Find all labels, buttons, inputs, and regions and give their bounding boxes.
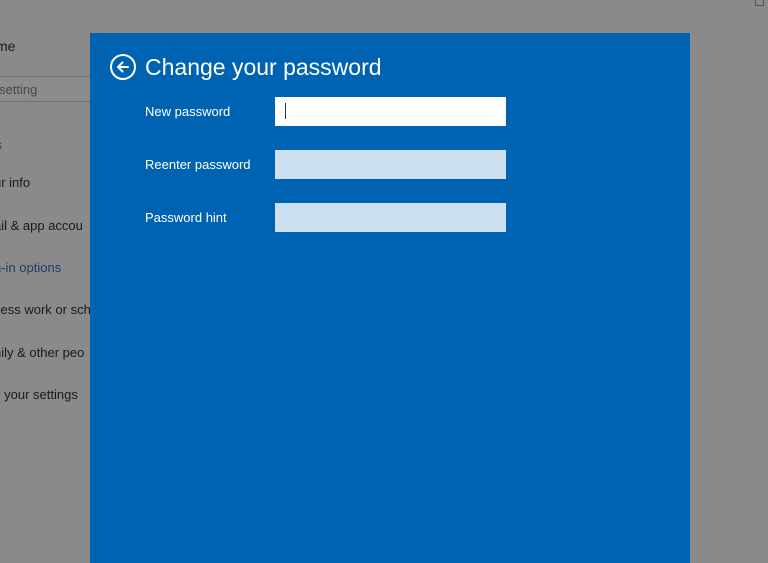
nav-item-sync-settings: c your settings [0,387,78,402]
reenter-password-label: Reenter password [145,157,251,172]
dialog-header: Change your password [110,53,382,81]
text-caret [285,103,286,119]
back-button[interactable] [110,54,136,80]
new-password-row: New password [145,97,545,126]
home-label: me [0,38,16,54]
nav-item-your-info: ur info [0,175,31,190]
new-password-label: New password [145,104,231,119]
search-placeholder: setting [0,82,38,97]
section-header: s [0,138,2,152]
window-control-icon [755,0,764,6]
new-password-input[interactable] [275,97,506,126]
settings-search-box: setting [0,76,96,102]
change-password-dialog: Change your password New password Reente… [90,33,690,563]
reenter-password-row: Reenter password [145,150,545,179]
reenter-password-input[interactable] [275,150,506,179]
nav-item-access-work: cess work or sch [0,302,91,317]
password-hint-input[interactable] [275,203,506,232]
nav-item-sign-in-options: n-in options [0,260,62,275]
nav-item-family-people: nily & other peo [0,345,85,360]
dialog-title: Change your password [145,54,382,80]
back-arrow-icon [117,61,129,73]
password-hint-row: Password hint [145,203,545,232]
password-hint-label: Password hint [145,210,227,225]
nav-item-email-accounts: ail & app accou [0,218,83,233]
